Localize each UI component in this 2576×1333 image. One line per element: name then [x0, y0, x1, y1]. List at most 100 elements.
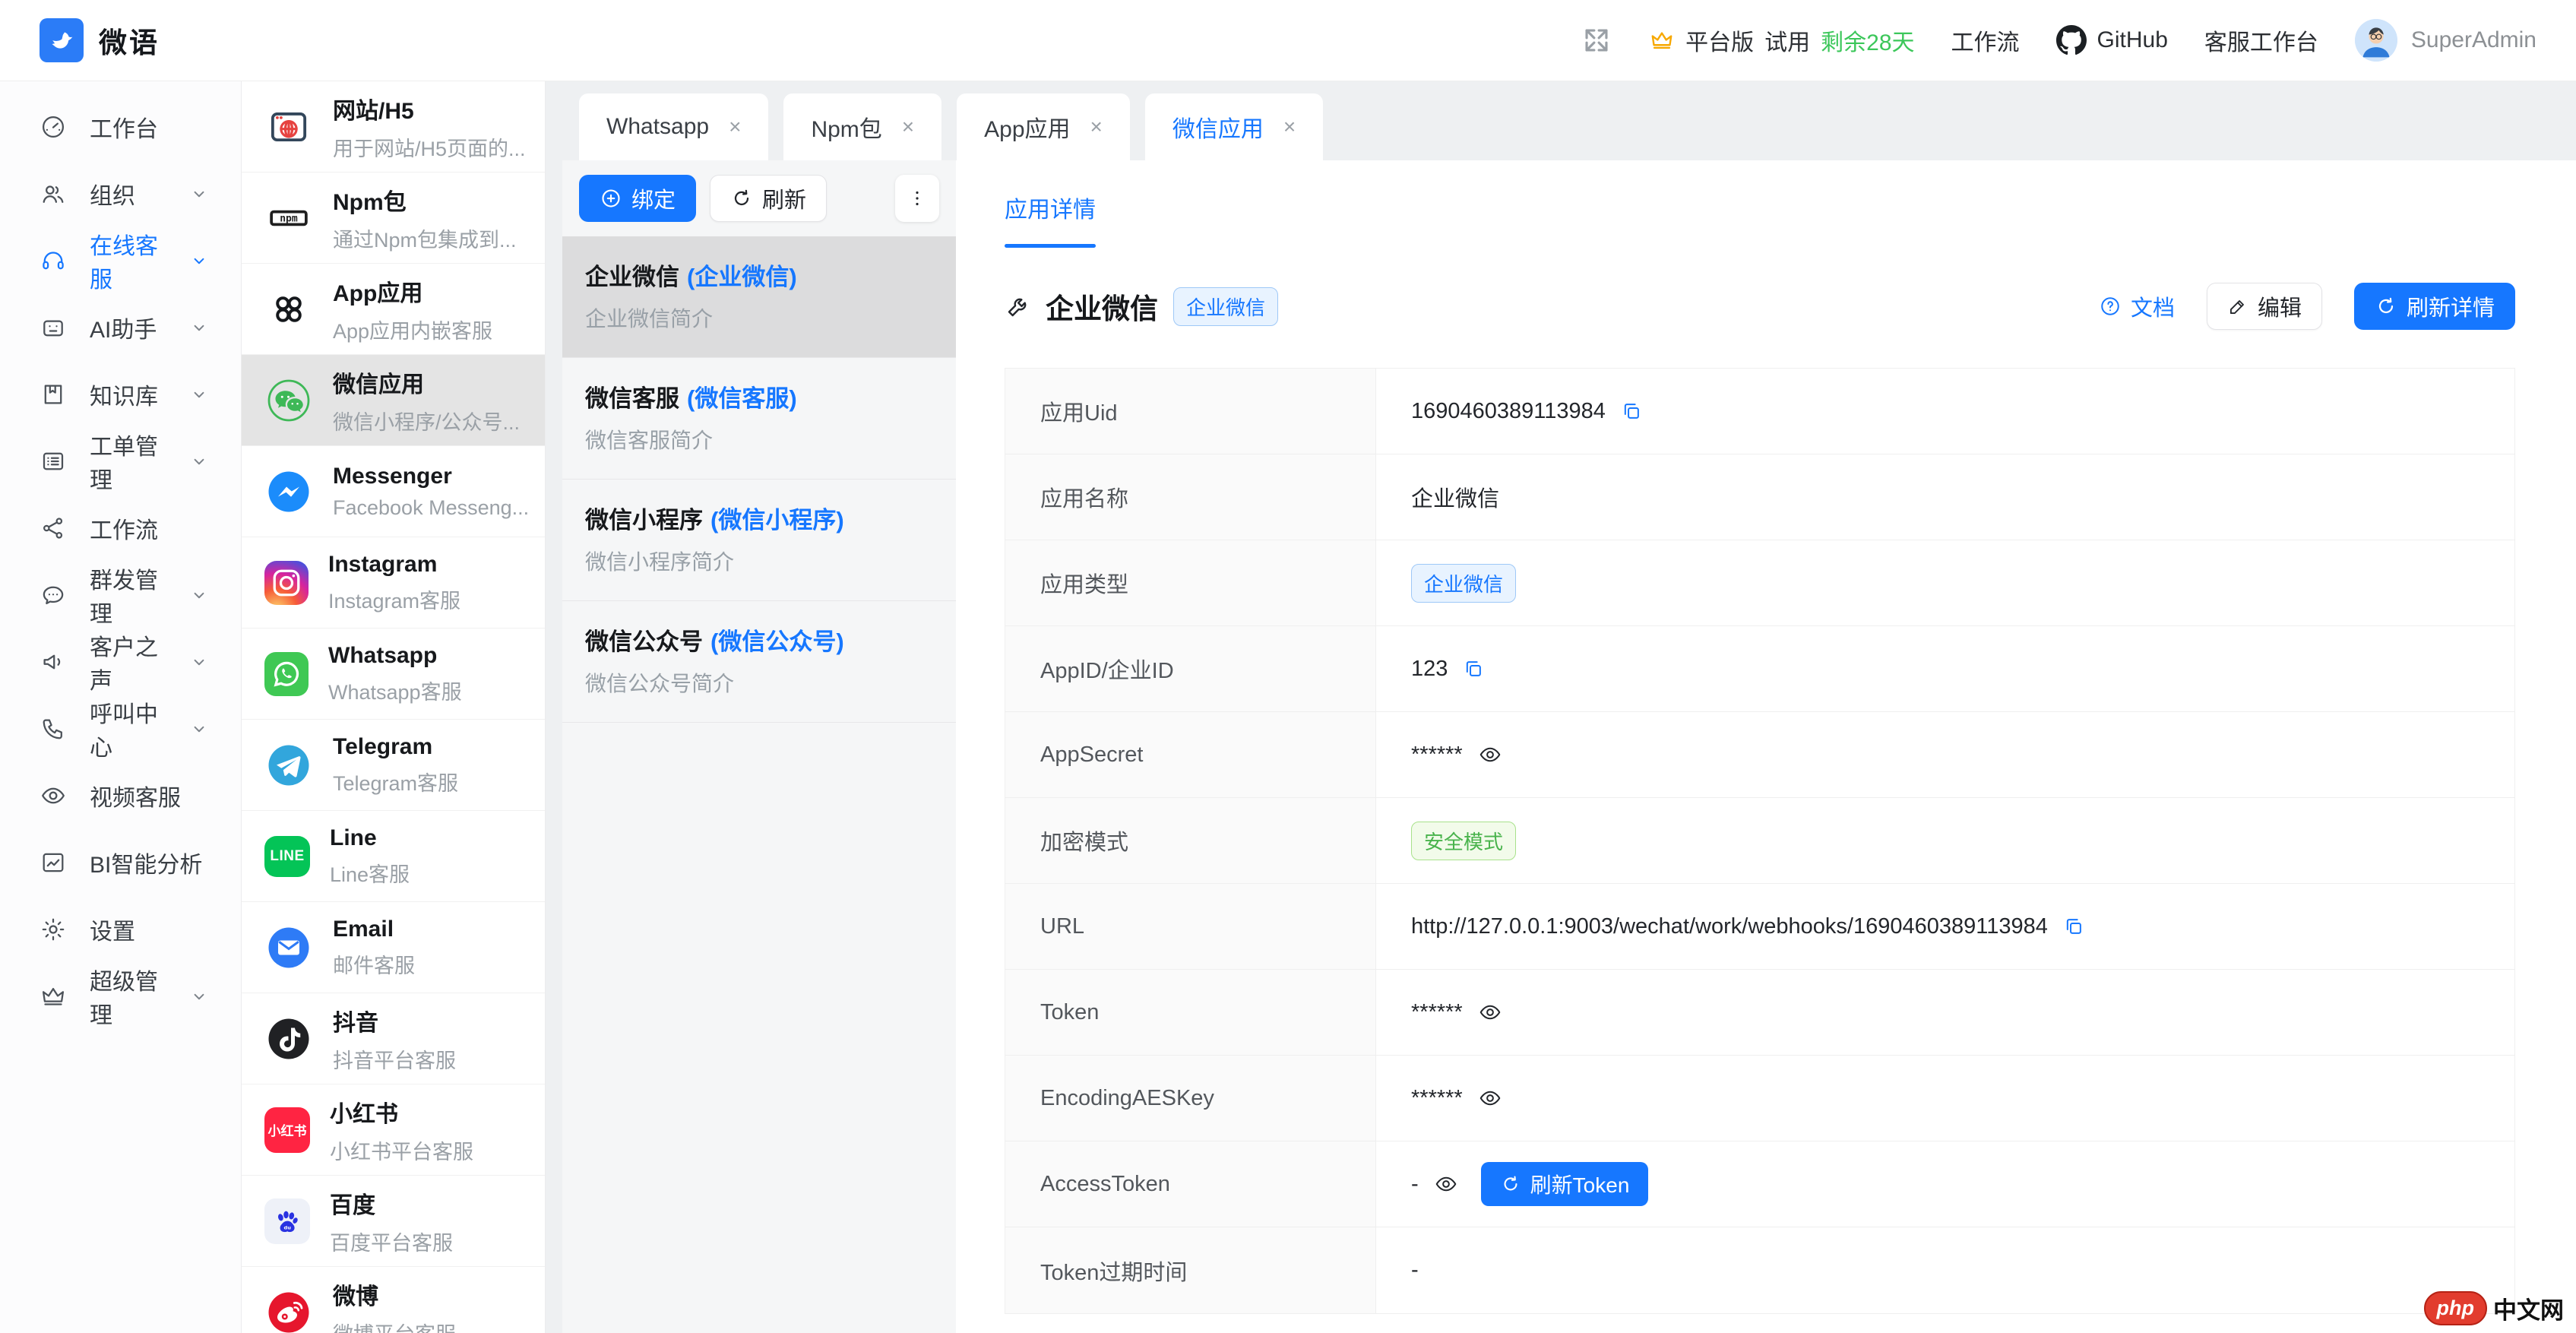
channel-item-web[interactable]: 网站/H5用于网站/H5页面的...	[242, 81, 545, 173]
crown-icon	[40, 983, 67, 1010]
avatar	[2355, 19, 2397, 62]
app-item-wechat-work[interactable]: 企业微信(企业微信)企业微信简介	[562, 236, 956, 358]
channel-item-wechat[interactable]: 微信应用微信小程序/公众号...	[242, 355, 545, 446]
channel-desc: 微信小程序/公众号...	[333, 406, 520, 435]
detail-value-text: ******	[1411, 1086, 1463, 1111]
detail-row-value: 企业微信	[1376, 540, 2514, 625]
tab-whatsapp[interactable]: Whatsapp×	[579, 93, 768, 160]
detail-row-value: 企业微信	[1376, 454, 2514, 540]
channel-item-baidu[interactable]: du百度百度平台客服	[242, 1176, 545, 1267]
copy-icon[interactable]	[1621, 401, 1642, 422]
detail-row-value: ******	[1376, 970, 2514, 1055]
eye-icon[interactable]	[1478, 1000, 1502, 1024]
sidebar-item-online-service[interactable]: 在线客服	[0, 227, 241, 294]
watermark-cn: 中文网	[2493, 1291, 2564, 1325]
sidebar-item-video-service[interactable]: 视频客服	[0, 762, 241, 829]
xiaohongshu-icon: 小红书	[264, 1107, 310, 1153]
sidebar-item-settings[interactable]: 设置	[0, 896, 241, 963]
channel-item-text: MessengerFacebook Messeng...	[333, 464, 529, 520]
app-item-wechat-kefu[interactable]: 微信客服(微信客服)微信客服简介	[562, 358, 956, 480]
content-row: 绑定 刷新 企业微信(企业微信)企业微信简介微信客服(微信客服)微信客服简介微信…	[546, 160, 2576, 1333]
channel-item-xiaohongshu[interactable]: 小红书小红书小红书平台客服	[242, 1084, 545, 1176]
user-menu[interactable]: SuperAdmin	[2355, 19, 2536, 62]
refresh-button[interactable]: 刷新	[710, 175, 827, 222]
detail-row-encrypt-mode: 加密模式安全模式	[1005, 798, 2514, 884]
eye-icon[interactable]	[1478, 1086, 1502, 1110]
sidebar-item-ai-assistant[interactable]: AI助手	[0, 294, 241, 361]
channel-desc: 小红书平台客服	[330, 1135, 473, 1165]
channel-item-weibo[interactable]: 微博微博平台客服	[242, 1267, 545, 1333]
copy-icon[interactable]	[1463, 658, 1484, 679]
app-logo[interactable]	[40, 18, 84, 62]
channel-name: Instagram	[328, 552, 460, 578]
sidebar-item-label: 超级管理	[90, 963, 166, 1030]
detail-row-label: 应用Uid	[1005, 369, 1376, 454]
eye-icon[interactable]	[1434, 1172, 1458, 1196]
sidebar-item-voice-of-customer[interactable]: 客户之声	[0, 629, 241, 695]
refresh-token-button[interactable]: 刷新Token	[1481, 1162, 1649, 1206]
channel-name: 抖音	[333, 1004, 456, 1037]
channel-item-messenger[interactable]: MessengerFacebook Messeng...	[242, 446, 545, 537]
sidebar-item-org[interactable]: 组织	[0, 160, 241, 227]
edit-button[interactable]: 编辑	[2207, 283, 2322, 330]
agent-workbench-link[interactable]: 客服工作台	[2204, 24, 2318, 57]
pencil-icon	[2227, 296, 2248, 317]
close-icon[interactable]: ×	[1283, 116, 1296, 138]
channel-item-text: 抖音抖音平台客服	[333, 1004, 456, 1074]
app-item-wechat-official[interactable]: 微信公众号(微信公众号)微信公众号简介	[562, 601, 956, 723]
channel-item-line[interactable]: LINELineLine客服	[242, 811, 545, 902]
sidebar-item-knowledge-base[interactable]: 知识库	[0, 361, 241, 428]
github-link[interactable]: GitHub	[2056, 25, 2168, 55]
sidebar-item-dashboard[interactable]: 工作台	[0, 93, 241, 160]
detail-row-label: 应用类型	[1005, 540, 1376, 625]
sidebar-item-ticket-management[interactable]: 工单管理	[0, 428, 241, 495]
topbar-workflow-link[interactable]: 工作流	[1951, 24, 2020, 57]
close-icon[interactable]: ×	[902, 116, 914, 138]
channel-item-email[interactable]: Email邮件客服	[242, 902, 545, 993]
instagram-icon	[264, 561, 309, 605]
close-icon[interactable]: ×	[729, 116, 741, 138]
channel-item-douyin[interactable]: 抖音抖音平台客服	[242, 993, 545, 1084]
bind-button[interactable]: 绑定	[579, 175, 696, 222]
close-icon[interactable]: ×	[1090, 116, 1103, 138]
refresh-detail-button[interactable]: 刷新详情	[2354, 283, 2515, 330]
chevron-down-icon	[189, 251, 209, 271]
sidebar-item-bi-analytics[interactable]: BI智能分析	[0, 829, 241, 896]
detail-tab[interactable]: 应用详情	[1005, 191, 1096, 248]
refresh-icon	[1500, 1173, 1521, 1195]
detail-row-value: 安全模式	[1376, 798, 2514, 883]
tab-npm[interactable]: Npm包×	[783, 93, 941, 160]
refresh-icon	[730, 187, 753, 210]
channel-item-npm[interactable]: npmNpm包通过Npm包集成到...	[242, 173, 545, 264]
book-icon	[40, 381, 67, 408]
channel-desc: 通过Npm包集成到...	[333, 223, 517, 253]
main-layout: 工作台组织在线客服AI助手知识库工单管理工作流群发管理客户之声呼叫中心视频客服B…	[0, 81, 2576, 1333]
tab-wechat[interactable]: 微信应用×	[1145, 93, 1323, 160]
sidebar-item-super-admin[interactable]: 超级管理	[0, 963, 241, 1030]
channel-item-app[interactable]: App应用App应用内嵌客服	[242, 264, 545, 355]
tab-app[interactable]: App应用×	[957, 93, 1130, 160]
channel-item-instagram[interactable]: InstagramInstagram客服	[242, 537, 545, 629]
sidebar-item-workflow[interactable]: 工作流	[0, 495, 241, 562]
eye-icon[interactable]	[1478, 742, 1502, 767]
detail-value-text: -	[1411, 1258, 1419, 1283]
fullscreen-icon[interactable]	[1581, 24, 1612, 56]
app-item-alias: (企业微信)	[687, 264, 797, 290]
channel-item-text: 百度百度平台客服	[330, 1186, 453, 1256]
app-item-wechat-miniprogram[interactable]: 微信小程序(微信小程序)微信小程序简介	[562, 480, 956, 601]
share-icon	[40, 515, 67, 542]
sidebar-item-broadcast[interactable]: 群发管理	[0, 562, 241, 629]
doc-link[interactable]: 文档	[2099, 290, 2175, 322]
detail-value-text: 企业微信	[1411, 481, 1499, 513]
channel-item-whatsapp[interactable]: WhatsappWhatsapp客服	[242, 629, 545, 720]
channel-item-telegram[interactable]: TelegramTelegram客服	[242, 720, 545, 811]
sidebar-item-call-center[interactable]: 呼叫中心	[0, 695, 241, 762]
detail-row-label: AppID/企业ID	[1005, 626, 1376, 711]
web-icon	[264, 103, 313, 151]
more-actions-button[interactable]	[895, 175, 939, 222]
detail-type-badge: 企业微信	[1173, 287, 1278, 326]
plan-badge[interactable]: 平台版 试用 剩余28天	[1649, 24, 1914, 57]
detail-row-secret: AppSecret******	[1005, 712, 2514, 798]
channel-desc: Line客服	[330, 858, 410, 888]
copy-icon[interactable]	[2063, 916, 2084, 937]
